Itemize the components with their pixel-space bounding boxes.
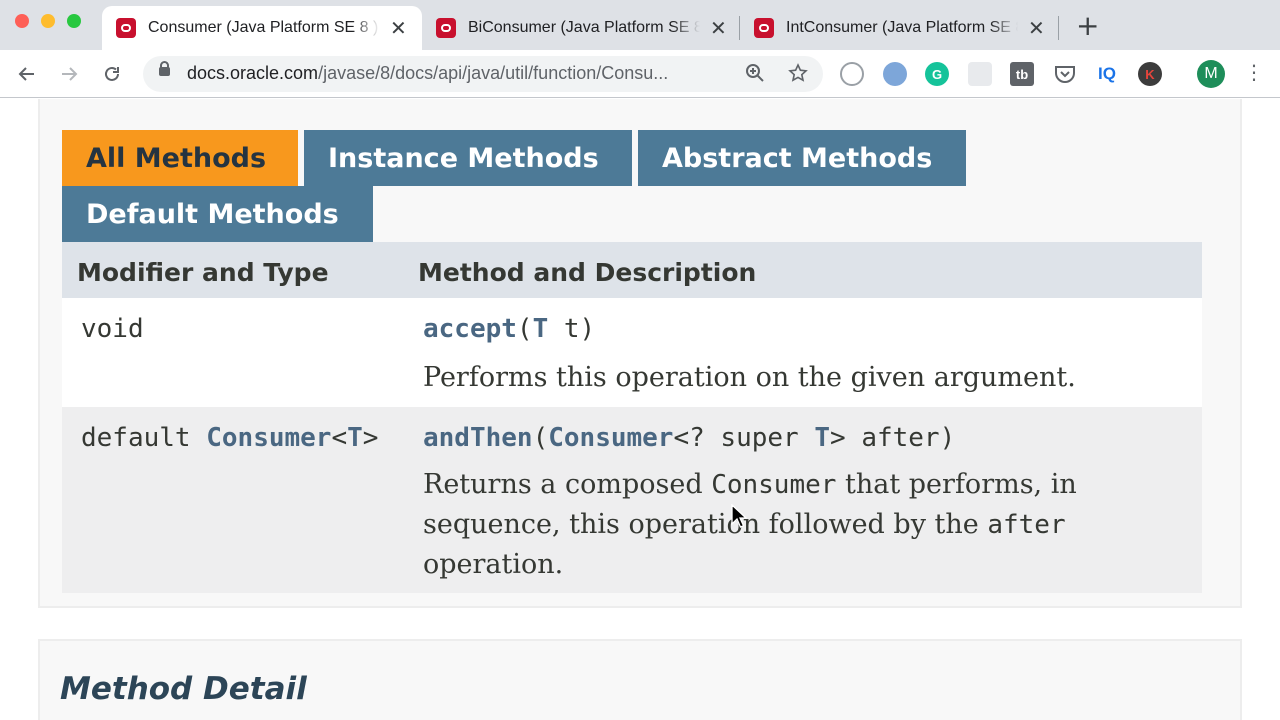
oracle-favicon-icon	[116, 18, 136, 38]
method-detail-section: Method Detail	[38, 639, 1242, 720]
method-link-accept[interactable]: accept	[423, 314, 517, 344]
tab-strip: Consumer (Java Platform SE 8 ) ✕ BiConsu…	[0, 0, 1280, 50]
forward-button[interactable]	[55, 60, 83, 88]
page-content: All Methods Instance Methods Abstract Me…	[0, 99, 1280, 720]
signature-text: <? super	[673, 423, 815, 453]
minimize-window-button[interactable]	[41, 14, 55, 28]
browser-tab-intconsumer[interactable]: IntConsumer (Java Platform SE 8 ) ✕	[740, 6, 1058, 50]
description-text: operation.	[423, 549, 564, 580]
back-button[interactable]	[13, 60, 41, 88]
extension-camera-icon[interactable]	[840, 62, 864, 86]
browser-tab-biconsumer[interactable]: BiConsumer (Java Platform SE 8 ) ✕	[422, 6, 740, 50]
table-header: Modifier and Type Method and Description	[62, 242, 1202, 298]
section-heading: Method Detail	[60, 671, 307, 707]
inline-code: after	[987, 510, 1066, 540]
url-path: /javase/8/docs/api/java/util/function/Co…	[318, 63, 669, 83]
zoom-icon[interactable]	[745, 63, 765, 88]
k-extension-icon[interactable]: K	[1138, 62, 1162, 86]
tab-instance-methods[interactable]: Instance Methods	[304, 130, 632, 186]
forward-icon	[62, 67, 78, 81]
tab-all-methods[interactable]: All Methods	[62, 130, 298, 186]
signature-text: t)	[548, 314, 596, 344]
consumer-param-link[interactable]: Consumer	[548, 423, 673, 453]
tab-title: BiConsumer (Java Platform SE 8 )	[468, 19, 700, 36]
tab-default-methods[interactable]: Default Methods	[62, 186, 373, 242]
type-param-link[interactable]: T	[533, 314, 549, 344]
tb-extension-icon[interactable]: tb	[1010, 62, 1034, 86]
return-type: void	[81, 314, 144, 344]
oracle-favicon-icon	[754, 18, 774, 38]
maximize-window-button[interactable]	[67, 14, 81, 28]
grammarly-extension-icon[interactable]: G	[925, 62, 949, 86]
reload-icon	[105, 66, 119, 81]
signature-text: (	[516, 314, 533, 344]
type-param-link[interactable]: T	[814, 423, 830, 453]
consumer-type-link[interactable]: Consumer	[206, 423, 331, 453]
tab-divider	[1058, 16, 1059, 40]
column-header-method: Method and Description	[418, 258, 757, 287]
lock-icon	[159, 61, 170, 76]
signature-text: > after)	[830, 423, 956, 453]
generic-text: >	[362, 423, 379, 453]
method-signature: accept(T t)	[423, 314, 595, 344]
close-tab-icon[interactable]: ✕	[710, 18, 727, 38]
browser-tab-consumer[interactable]: Consumer (Java Platform SE 8 ) ✕	[102, 6, 422, 50]
method-description: Returns a composed Consumer that perform…	[423, 465, 1163, 584]
pocket-extension-icon[interactable]	[1053, 62, 1077, 86]
close-tab-icon[interactable]: ✕	[1028, 18, 1045, 38]
url-host: docs.oracle.com	[187, 63, 319, 83]
inline-code: Consumer	[711, 470, 837, 500]
back-icon	[18, 67, 34, 81]
description-text: Returns a composed	[423, 469, 712, 500]
tab-abstract-methods[interactable]: Abstract Methods	[638, 130, 966, 186]
signature-text: (	[532, 423, 549, 453]
extension-blue-icon[interactable]	[883, 62, 907, 86]
generic-text: <	[331, 423, 348, 453]
address-bar[interactable]: docs.oracle.com/javase/8/docs/api/java/u…	[143, 56, 823, 92]
tab-title: IntConsumer (Java Platform SE 8 )	[786, 19, 1018, 36]
modifier-text: default	[81, 423, 207, 453]
new-tab-button[interactable]: +	[1076, 12, 1099, 40]
tab-title: Consumer (Java Platform SE 8 )	[148, 19, 379, 36]
browser-toolbar: docs.oracle.com/javase/8/docs/api/java/u…	[0, 50, 1280, 98]
method-description: Performs this operation on the given arg…	[423, 362, 1076, 393]
method-summary: All Methods Instance Methods Abstract Me…	[38, 99, 1242, 608]
close-tab-icon[interactable]: ✕	[390, 18, 407, 38]
return-type: default Consumer<T>	[81, 423, 378, 453]
method-signature: andThen(Consumer<? super T> after)	[423, 423, 955, 453]
close-window-button[interactable]	[15, 14, 29, 28]
column-header-modifier: Modifier and Type	[77, 258, 329, 287]
table-row: void accept(T t) Performs this operation…	[62, 298, 1202, 407]
table-row: default Consumer<T> andThen(Consumer<? s…	[62, 407, 1202, 593]
star-icon[interactable]	[788, 63, 808, 88]
reload-button[interactable]	[98, 60, 126, 88]
menu-icon[interactable]: ⋮	[1244, 62, 1264, 82]
type-param-link[interactable]: T	[347, 423, 363, 453]
iq-extension-icon[interactable]: IQ	[1095, 62, 1119, 86]
url-text[interactable]: docs.oracle.com/javase/8/docs/api/java/u…	[187, 63, 668, 84]
react-extension-icon[interactable]	[968, 62, 992, 86]
profile-avatar[interactable]: M	[1197, 60, 1225, 88]
oracle-favicon-icon	[436, 18, 456, 38]
method-link-andthen[interactable]: andThen	[423, 423, 533, 453]
